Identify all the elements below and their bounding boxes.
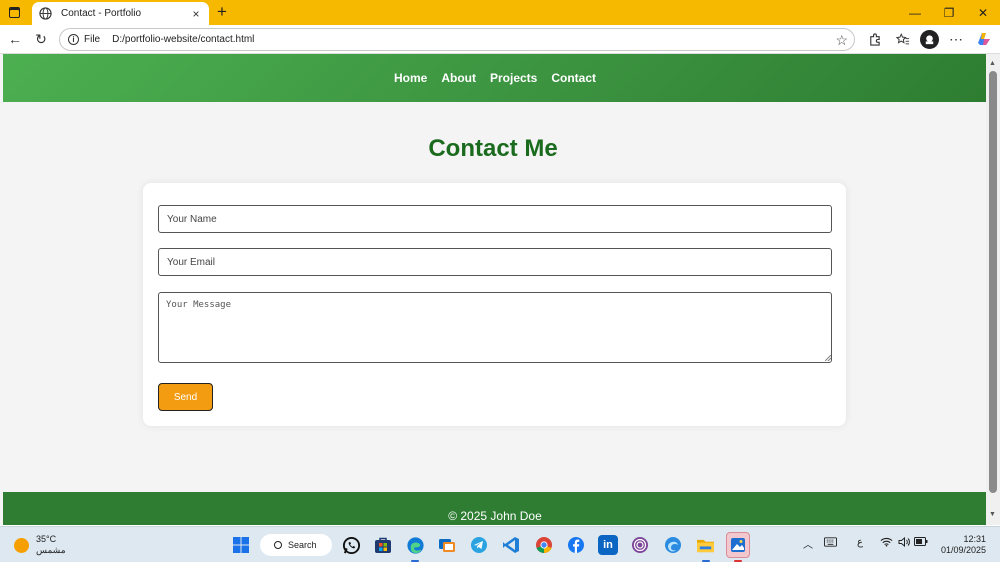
reload-button[interactable]: ↻ bbox=[32, 30, 50, 48]
contact-form-card: Send bbox=[143, 183, 846, 426]
maximize-button[interactable]: ❐ bbox=[932, 0, 966, 25]
extensions-icon[interactable] bbox=[865, 30, 883, 48]
new-tab-button[interactable]: + bbox=[213, 3, 231, 21]
whatsapp-icon[interactable] bbox=[341, 535, 361, 555]
search-label: Search bbox=[288, 540, 317, 550]
name-input[interactable] bbox=[158, 205, 832, 233]
favorites-icon[interactable] bbox=[894, 30, 912, 48]
clock-date: 01/09/2025 bbox=[940, 545, 986, 555]
email-input[interactable] bbox=[158, 248, 832, 276]
store-icon[interactable] bbox=[373, 535, 393, 555]
telegram-icon[interactable] bbox=[469, 535, 489, 555]
volume-icon[interactable] bbox=[898, 536, 910, 550]
clock[interactable]: 12:31 01/09/2025 bbox=[936, 534, 986, 556]
page-title: Contact Me bbox=[428, 135, 558, 162]
tray-overflow-chevron-icon[interactable]: ︿ bbox=[803, 536, 813, 551]
nav-contact-link[interactable]: Contact bbox=[551, 71, 596, 85]
facebook-icon[interactable] bbox=[566, 535, 586, 555]
photos-icon[interactable] bbox=[726, 532, 750, 558]
scroll-up-arrow-icon[interactable]: ▲ bbox=[989, 60, 996, 67]
favorite-star-icon[interactable]: ☆ bbox=[835, 32, 848, 49]
weather-widget[interactable]: 35°C مشمس bbox=[14, 534, 66, 556]
linkedin-icon[interactable]: in bbox=[598, 535, 618, 555]
info-icon[interactable]: i bbox=[68, 34, 79, 45]
search-icon bbox=[274, 541, 282, 549]
resize-handle[interactable] bbox=[825, 355, 831, 361]
minimize-button[interactable]: — bbox=[898, 0, 932, 25]
back-button[interactable]: ← bbox=[6, 30, 24, 48]
browser-icon[interactable] bbox=[663, 535, 683, 555]
sun-icon bbox=[14, 537, 29, 553]
address-bar[interactable]: i File D:/portfolio-website/contact.html… bbox=[59, 28, 855, 51]
site-footer: © 2025 John Doe bbox=[3, 492, 986, 525]
vertical-scrollbar[interactable]: ▲ ▼ bbox=[986, 54, 1000, 525]
start-icon[interactable] bbox=[231, 535, 251, 555]
copilot-icon[interactable] bbox=[975, 30, 993, 48]
battery-icon[interactable] bbox=[914, 537, 928, 549]
wifi-icon[interactable] bbox=[880, 537, 893, 550]
edge-icon[interactable] bbox=[405, 535, 425, 555]
message-textarea[interactable] bbox=[158, 292, 832, 363]
input-language[interactable]: ع bbox=[857, 537, 863, 548]
nav-about-link[interactable]: About bbox=[441, 71, 476, 85]
remote-icon[interactable] bbox=[437, 535, 457, 555]
clock-time: 12:31 bbox=[963, 534, 986, 544]
chrome-icon[interactable] bbox=[534, 535, 554, 555]
keyboard-icon[interactable] bbox=[824, 537, 837, 550]
taskbar-search[interactable]: Search bbox=[260, 534, 332, 556]
send-button[interactable]: Send bbox=[158, 383, 213, 411]
page-viewport: Home About Projects Contact Contact Me S… bbox=[0, 54, 986, 525]
address-url[interactable]: D:/portfolio-website/contact.html bbox=[112, 34, 254, 45]
tab-contact[interactable]: Contact - Portfolio × bbox=[32, 2, 209, 25]
nav-projects-link[interactable]: Projects bbox=[490, 71, 537, 85]
scroll-down-arrow-icon[interactable]: ▼ bbox=[989, 511, 996, 518]
temperature: 35°C bbox=[36, 534, 57, 544]
site-nav: Home About Projects Contact bbox=[3, 54, 986, 102]
close-window-button[interactable]: ✕ bbox=[966, 0, 1000, 25]
weather-description: مشمس bbox=[36, 545, 66, 555]
tab-close-icon[interactable]: × bbox=[189, 7, 203, 21]
nav-home-link[interactable]: Home bbox=[394, 71, 427, 85]
tab-title: Contact - Portfolio bbox=[61, 8, 142, 19]
taskbar: 35°C مشمس Search in ︿ ع 12:31 01/09/2025 bbox=[0, 526, 1000, 562]
file-explorer-icon[interactable] bbox=[695, 535, 715, 555]
tor-icon[interactable] bbox=[630, 535, 650, 555]
more-menu-icon[interactable]: ⋯ bbox=[947, 30, 965, 48]
profile-avatar[interactable] bbox=[920, 30, 939, 49]
vscode-icon[interactable] bbox=[501, 535, 521, 555]
globe-icon bbox=[38, 7, 52, 21]
browser-titlebar: Contact - Portfolio × + — ❐ ✕ bbox=[0, 0, 1000, 25]
scrollbar-thumb[interactable] bbox=[989, 71, 997, 493]
address-scheme-label: File bbox=[84, 34, 101, 45]
window-menu-icon[interactable] bbox=[7, 5, 21, 19]
browser-toolbar: ← ↻ i File D:/portfolio-website/contact.… bbox=[0, 25, 1000, 54]
